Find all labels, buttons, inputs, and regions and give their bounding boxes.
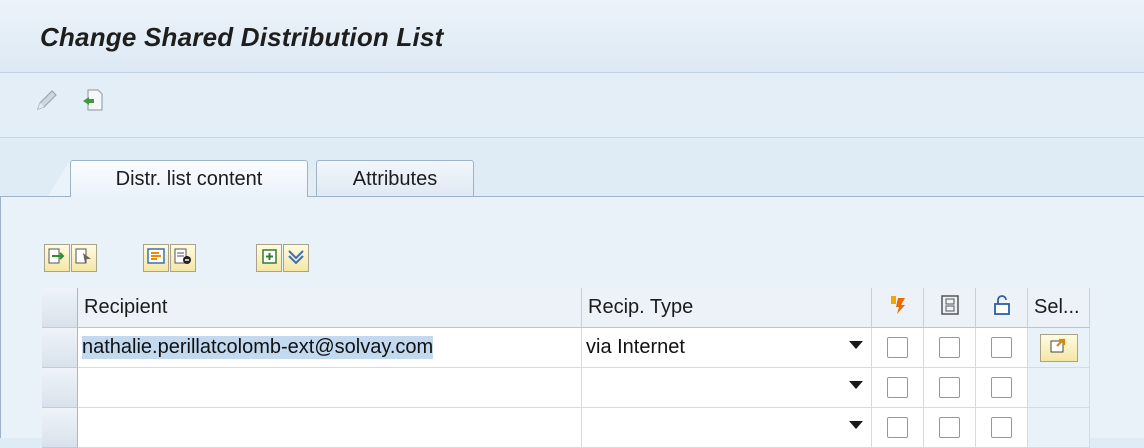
column-header-recip-type[interactable]: Recip. Type xyxy=(582,288,872,328)
copy-checkbox-cell xyxy=(924,408,976,448)
recip-type-select[interactable] xyxy=(582,408,872,448)
lock-checkbox[interactable] xyxy=(991,417,1012,438)
column-header-sel[interactable]: Sel... xyxy=(1028,288,1090,328)
select-button[interactable] xyxy=(1039,333,1078,362)
chevron-down-icon[interactable] xyxy=(849,381,863,389)
column-label: Recipient xyxy=(84,296,168,318)
column-label: Sel... xyxy=(1034,296,1080,318)
express-checkbox-cell xyxy=(872,328,924,368)
lock-checkbox-cell xyxy=(976,408,1028,448)
filter-button[interactable] xyxy=(283,244,309,272)
lock-checkbox-cell xyxy=(976,328,1028,368)
tab-label: Distr. list content xyxy=(115,167,263,190)
express-checkbox-cell xyxy=(872,408,924,448)
recipient-cell[interactable]: nathalie.perillatcolomb-ext@solvay.com xyxy=(78,328,582,368)
column-header-copy[interactable] xyxy=(924,288,976,328)
tab-edge xyxy=(48,160,70,196)
express-checkbox[interactable] xyxy=(887,417,908,438)
title-bar: Change Shared Distribution List xyxy=(0,0,1144,73)
tab-label: Attributes xyxy=(352,167,438,190)
filter-icon xyxy=(287,247,305,270)
express-icon xyxy=(888,294,908,322)
delete-row-icon xyxy=(174,247,192,270)
details-icon xyxy=(260,247,278,270)
chevron-down-icon[interactable] xyxy=(849,341,863,349)
tab-distr-list-content[interactable]: Distr. list content xyxy=(70,160,308,197)
copy-icon xyxy=(147,247,165,270)
lock-checkbox-cell xyxy=(976,368,1028,408)
express-checkbox[interactable] xyxy=(887,337,908,358)
recipient-cell[interactable] xyxy=(78,408,582,448)
recip-type-select[interactable] xyxy=(582,368,872,408)
page-title: Change Shared Distribution List xyxy=(40,22,444,52)
column-label: Recip. Type xyxy=(588,296,694,318)
recip-type-select[interactable]: via Internet xyxy=(582,328,872,368)
lock-checkbox[interactable] xyxy=(991,337,1012,358)
exit-document-icon[interactable] xyxy=(80,87,106,113)
row-selector[interactable] xyxy=(42,328,78,368)
details-button[interactable] xyxy=(256,244,282,272)
lock-checkbox[interactable] xyxy=(991,377,1012,398)
insert-row-button[interactable] xyxy=(44,244,70,272)
express-checkbox[interactable] xyxy=(887,377,908,398)
copy-checkbox[interactable] xyxy=(939,417,960,438)
lock-icon xyxy=(992,294,1012,322)
insert-row-icon xyxy=(48,247,66,270)
export-arrow-icon xyxy=(1049,336,1069,360)
copy-icon xyxy=(940,294,960,322)
recip-type-value: via Internet xyxy=(586,336,685,358)
chevron-down-icon[interactable] xyxy=(849,421,863,429)
copy-checkbox-cell xyxy=(924,328,976,368)
copy-checkbox-cell xyxy=(924,368,976,408)
select-all-cell[interactable] xyxy=(42,288,78,328)
column-header-lock[interactable] xyxy=(976,288,1028,328)
sel-cell xyxy=(1028,408,1090,448)
copy-button[interactable] xyxy=(143,244,169,272)
recipient-cell[interactable] xyxy=(78,368,582,408)
row-selector[interactable] xyxy=(42,408,78,448)
sel-cell xyxy=(1028,328,1090,368)
delete-row-button[interactable] xyxy=(170,244,196,272)
select-row-icon xyxy=(75,247,93,270)
sel-cell xyxy=(1028,368,1090,408)
copy-checkbox[interactable] xyxy=(939,377,960,398)
copy-checkbox[interactable] xyxy=(939,337,960,358)
select-row-button[interactable] xyxy=(71,244,97,272)
application-toolbar xyxy=(0,73,1144,138)
pencil-icon[interactable] xyxy=(34,87,60,113)
recipient-value: nathalie.perillatcolomb-ext@solvay.com xyxy=(82,336,434,359)
row-selector[interactable] xyxy=(42,368,78,408)
tab-attributes[interactable]: Attributes xyxy=(316,160,474,197)
column-header-recipient[interactable]: Recipient xyxy=(78,288,582,328)
express-checkbox-cell xyxy=(872,368,924,408)
column-header-express[interactable] xyxy=(872,288,924,328)
